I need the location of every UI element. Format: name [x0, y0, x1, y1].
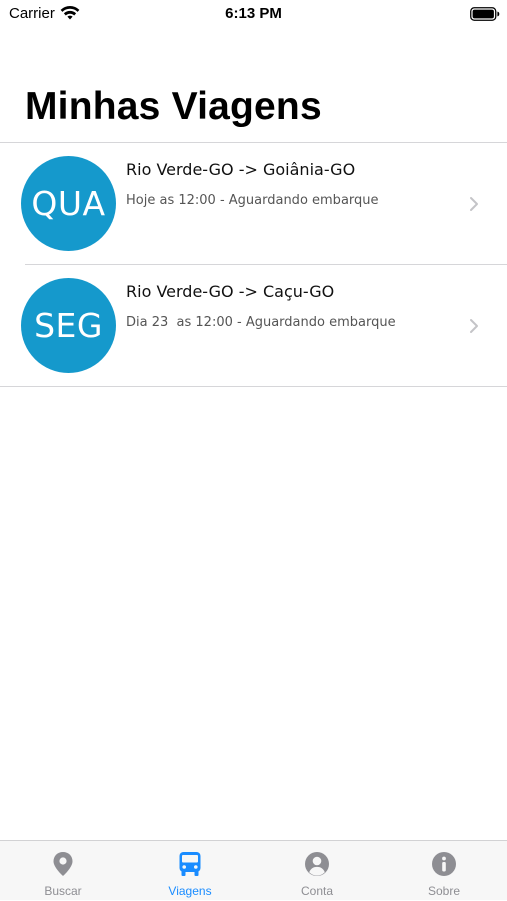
- trip-row[interactable]: QUA Rio Verde-GO -> Goiânia-GO Hoje as 1…: [0, 143, 507, 265]
- tab-sobre[interactable]: Sobre: [381, 841, 507, 901]
- status-bar: Carrier 6:13 PM: [0, 0, 507, 30]
- info-icon: [432, 852, 456, 876]
- tab-conta[interactable]: Conta: [254, 841, 380, 901]
- map-pin-icon: [53, 852, 73, 876]
- bus-icon: [179, 852, 201, 876]
- tab-label: Viagens: [168, 884, 212, 898]
- trip-details: Hoje as 12:00 - Aguardando embarque: [126, 193, 379, 208]
- page-title: Minhas Viagens: [25, 85, 322, 128]
- trip-route: Rio Verde-GO -> Goiânia-GO: [126, 160, 356, 179]
- tab-label: Sobre: [427, 884, 461, 898]
- tab-viagens[interactable]: Viagens: [127, 841, 253, 901]
- battery-icon: [470, 7, 500, 21]
- chevron-right-icon: [470, 197, 478, 211]
- user-circle-icon: [305, 852, 329, 876]
- status-time: 6:13 PM: [225, 5, 282, 22]
- row-divider: [0, 386, 507, 387]
- tab-buscar[interactable]: Buscar: [0, 841, 126, 901]
- tab-label: Conta: [300, 884, 334, 898]
- tab-label: Buscar: [44, 884, 82, 898]
- day-badge: QUA: [21, 156, 116, 251]
- chevron-right-icon: [470, 319, 478, 333]
- trip-details: Dia 23 as 12:00 - Aguardando embarque: [126, 315, 396, 330]
- trip-route: Rio Verde-GO -> Caçu-GO: [126, 282, 335, 301]
- trip-row[interactable]: SEG Rio Verde-GO -> Caçu-GO Dia 23 as 12…: [0, 265, 507, 387]
- day-badge: SEG: [21, 278, 116, 373]
- tab-bar: Buscar Viagens Conta Sobre: [0, 840, 507, 900]
